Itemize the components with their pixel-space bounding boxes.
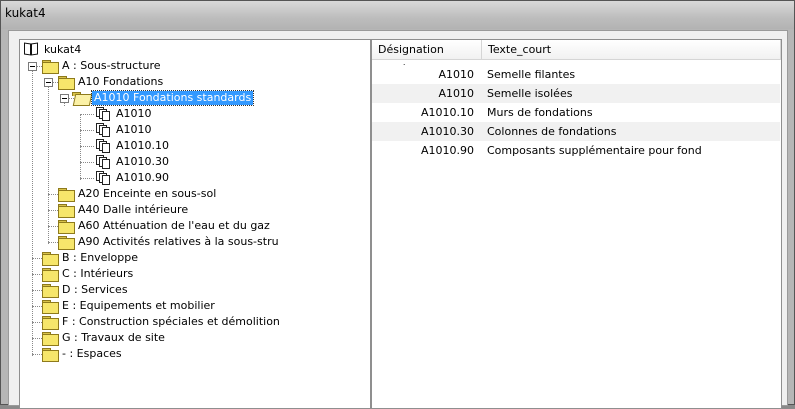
tree-node-label: F : Construction spéciales et démolition [62, 315, 280, 328]
tree-node-label: - : Espaces [62, 347, 122, 360]
folder-icon [58, 188, 75, 202]
tree-line [48, 242, 58, 243]
collapse-toggle[interactable] [60, 94, 69, 103]
list-row[interactable]: A1010.90 Composants supplémentaire pour … [372, 141, 780, 160]
folder-icon [42, 268, 59, 282]
list-header: Désignation matériau Texte_court [372, 40, 781, 76]
tree-line [80, 146, 94, 147]
list-row[interactable]: A1010.30 Colonnes de fondations [372, 122, 780, 141]
tree-view[interactable]: kukat4 A : Sous-structure A10 Fondations… [19, 39, 371, 409]
collapse-toggle[interactable] [44, 78, 53, 87]
folder-icon [42, 252, 59, 266]
tree-line [80, 178, 94, 179]
app-window: kukat4 kukat4 A: Sous-structure A10 Fon… [0, 0, 795, 409]
tree-node-label: A1010.30 [116, 155, 170, 168]
tree-node-label: C : Intérieurs [62, 267, 134, 280]
list-row[interactable]: A1010 Semelle filantes [372, 65, 780, 84]
cell-code: A1010.30 [420, 125, 474, 138]
tree-line [80, 130, 94, 131]
title-bar[interactable]: kukat4 [1, 1, 794, 29]
cell-text: Colonnes de fondations [487, 125, 617, 138]
tree-line [80, 162, 94, 163]
cell-text: Semelle filantes [487, 68, 576, 81]
tree-line [48, 226, 58, 227]
documents-icon [96, 123, 110, 137]
column-header-texte-court[interactable]: Texte_court [482, 40, 781, 60]
cell-code: A1010.10 [420, 106, 474, 119]
documents-icon [96, 171, 110, 185]
tree-node-label: A1010 Fondations standards [90, 90, 255, 106]
documents-icon [96, 155, 110, 169]
tree-line [32, 274, 42, 275]
column-header-designation[interactable]: Désignation matériau [372, 40, 482, 76]
documents-icon [96, 139, 110, 153]
tree-line [32, 338, 42, 339]
catalog-book-icon [24, 42, 40, 57]
tree-line [32, 290, 42, 291]
tree-node-label: A60 Atténuation de l'eau et du gaz [78, 219, 270, 232]
tree-node-label: A1010 [116, 107, 152, 120]
tree-node-label: kukat4 [44, 43, 82, 56]
tree-node-label: A : Sous-structure [62, 59, 161, 72]
folder-icon [42, 316, 59, 330]
tree-node-label: A90 Activités relatives à la sous-stru [78, 235, 279, 248]
tree-node-label: A40 Dalle intérieure [78, 203, 189, 216]
tree-line [80, 114, 94, 115]
tree-line [80, 114, 81, 180]
folder-icon [42, 332, 59, 346]
tree-node-label: D : Services [62, 283, 128, 296]
tree-node-label: E : Equipements et mobilier [62, 299, 215, 312]
folder-open-icon [42, 60, 59, 74]
cell-code: A1010 [438, 87, 474, 100]
folder-icon [42, 300, 59, 314]
tree-node-label: A1010.10 [116, 139, 170, 152]
folder-icon [58, 76, 75, 90]
tree-line [32, 258, 42, 259]
folder-icon [58, 220, 75, 234]
tree-line [48, 82, 49, 244]
cell-text: Semelle isolées [487, 87, 573, 100]
documents-icon [96, 107, 110, 121]
folder-icon [58, 204, 75, 218]
collapse-toggle[interactable] [28, 62, 37, 71]
tree-node-label: G : Travaux de site [62, 331, 165, 344]
cell-text: Composants supplémentaire pour fond [487, 144, 702, 157]
client-area: kukat4 A : Sous-structure A10 Fondations… [8, 30, 788, 409]
tree-line [48, 194, 58, 195]
window-title: kukat4 [5, 6, 46, 20]
tree-node-label: A1010 [116, 123, 152, 136]
tree-line [32, 66, 33, 356]
tree-line [48, 210, 58, 211]
tree-node-label: B : Enveloppe [62, 251, 138, 264]
folder-icon [42, 348, 59, 362]
tree-node-label: A10 Fondations [78, 75, 164, 88]
tree-line [32, 322, 42, 323]
cell-code: A1010 [438, 68, 474, 81]
tree-node-label: A1010.90 [116, 171, 170, 184]
list-view[interactable]: Désignation matériau Texte_court A1010 S… [371, 39, 782, 409]
tree-node-label: A20 Enceinte en sous-sol [78, 187, 217, 200]
tree-line [32, 306, 42, 307]
list-row[interactable]: A1010.10 Murs de fondations [372, 103, 780, 122]
folder-icon [42, 284, 59, 298]
folder-icon [58, 236, 75, 250]
list-row[interactable]: A1010 Semelle isolées [372, 84, 780, 103]
tree-line [32, 354, 42, 355]
folder-open-icon [72, 92, 88, 104]
cell-code: A1010.90 [420, 144, 474, 157]
cell-text: Murs de fondations [487, 106, 593, 119]
